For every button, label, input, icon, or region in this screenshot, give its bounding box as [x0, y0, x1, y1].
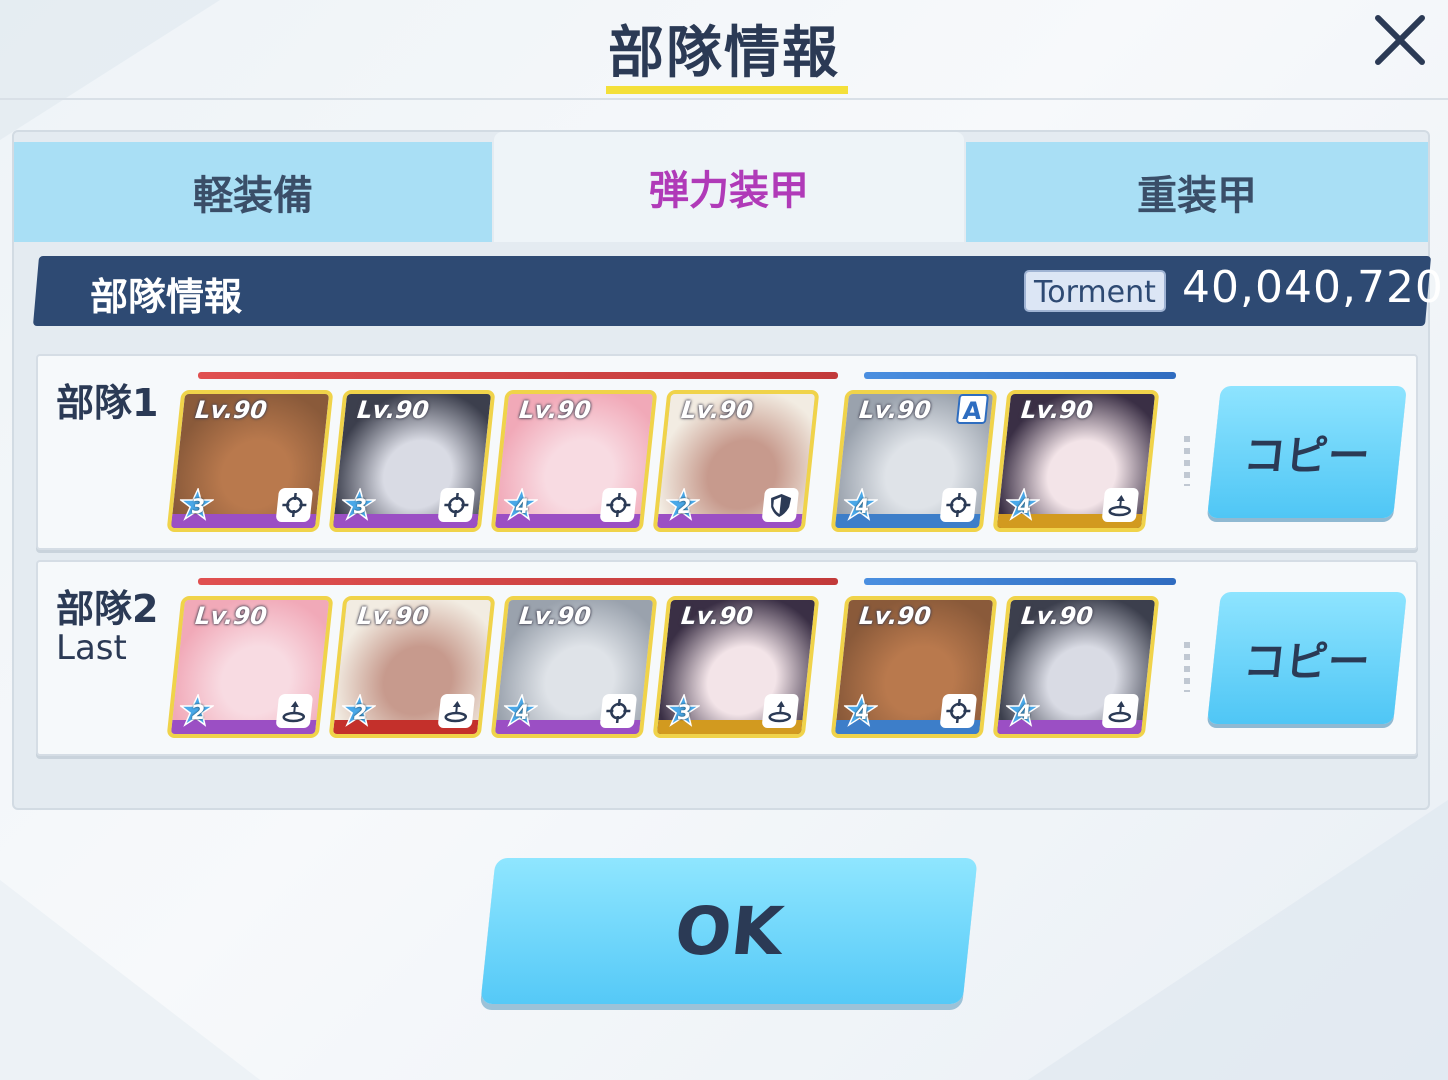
star-count: 2 — [352, 700, 369, 724]
level-label: Lv.90 — [679, 602, 755, 630]
star-count: 4 — [1016, 494, 1033, 518]
squad-name: 部隊1 — [56, 381, 159, 425]
title-underline — [606, 86, 848, 94]
star-count: 4 — [514, 700, 531, 724]
role-badge — [1101, 488, 1140, 522]
background-decoration — [1028, 800, 1448, 1080]
score-value: 40,040,720 — [1182, 262, 1444, 313]
level-label: Lv.90 — [1019, 602, 1095, 630]
crosshair-icon — [606, 699, 631, 723]
student-card[interactable]: Lv.90 4 — [490, 596, 658, 738]
special-bar — [864, 372, 1176, 379]
star-count: 3 — [190, 494, 207, 518]
student-card[interactable]: Lv.90 4 A — [830, 390, 998, 532]
striker-bar — [198, 578, 838, 585]
student-card[interactable]: Lv.90 4 — [830, 596, 998, 738]
support-icon — [282, 701, 306, 723]
support-icon — [444, 701, 468, 723]
level-label: Lv.90 — [193, 396, 269, 424]
tab-light-armor[interactable]: 軽装備 — [14, 142, 492, 242]
crosshair-icon — [946, 699, 971, 723]
drag-handle[interactable] — [1184, 642, 1190, 692]
close-icon — [1375, 15, 1425, 65]
squad-name: 部隊2 — [56, 587, 159, 631]
student-card[interactable]: Lv.90 2 — [328, 596, 496, 738]
armor-tabs: 軽装備 弾力装甲 重装甲 — [14, 132, 1428, 242]
page-title: 部隊情報 — [608, 21, 840, 86]
crosshair-icon — [282, 493, 307, 517]
student-card[interactable]: Lv.90 4 — [992, 390, 1160, 532]
level-label: Lv.90 — [679, 396, 755, 424]
special-bar — [864, 578, 1176, 585]
copy-button[interactable]: コピー — [1207, 386, 1407, 518]
support-icon — [1108, 701, 1132, 723]
support-icon — [1108, 495, 1132, 517]
student-card[interactable]: Lv.90 2 — [652, 390, 820, 532]
ok-button[interactable]: OK — [480, 858, 978, 1004]
crosshair-icon — [946, 493, 971, 517]
crosshair-icon — [606, 493, 631, 517]
tab-elastic-armor[interactable]: 弾力装甲 — [494, 132, 964, 242]
info-title: 部隊情報 — [90, 275, 243, 319]
striker-bar — [198, 372, 838, 379]
level-label: Lv.90 — [1019, 396, 1095, 424]
level-label: Lv.90 — [857, 602, 933, 630]
background-decoration — [0, 880, 260, 1080]
role-badge — [761, 694, 800, 728]
student-card[interactable]: Lv.90 2 — [166, 596, 334, 738]
star-count: 3 — [676, 700, 693, 724]
squad-subtitle: Last — [56, 628, 127, 668]
level-label: Lv.90 — [857, 396, 933, 424]
star-count: 2 — [676, 494, 693, 518]
level-label: Lv.90 — [355, 602, 431, 630]
role-badge — [437, 488, 476, 522]
squad-row: 部隊2 Last Lv.90 2 Lv.90 2 Lv.90 4 Lv.90 3 Lv.90 4 L… — [36, 560, 1418, 756]
student-card[interactable]: Lv.90 3 — [328, 390, 496, 532]
role-badge — [437, 694, 476, 728]
student-card[interactable]: Lv.90 4 — [992, 596, 1160, 738]
role-badge — [761, 488, 800, 522]
header: 部隊情報 — [0, 0, 1448, 100]
student-card[interactable]: Lv.90 4 — [490, 390, 658, 532]
role-badge — [599, 488, 638, 522]
role-badge — [1101, 694, 1140, 728]
star-count: 4 — [514, 494, 531, 518]
star-count: 4 — [1016, 700, 1033, 724]
star-count: 3 — [352, 494, 369, 518]
shield-icon — [771, 494, 792, 517]
role-badge — [939, 488, 978, 522]
formation-panel: 軽装備 弾力装甲 重装甲 部隊情報 Torment 40,040,720 部隊1… — [12, 130, 1443, 810]
student-card[interactable]: Lv.90 3 — [166, 390, 334, 532]
level-label: Lv.90 — [193, 602, 269, 630]
support-icon — [768, 701, 792, 723]
star-count: 4 — [854, 700, 871, 724]
squad-row: 部隊1 Lv.90 3 Lv.90 3 Lv.90 4 Lv.90 2 Lv.90 4 A Lv.90… — [36, 354, 1418, 550]
level-label: Lv.90 — [517, 602, 593, 630]
level-label: Lv.90 — [355, 396, 431, 424]
tab-heavy-armor[interactable]: 重装甲 — [966, 142, 1428, 242]
close-button[interactable] — [1368, 8, 1432, 72]
student-card[interactable]: Lv.90 3 — [652, 596, 820, 738]
role-badge — [939, 694, 978, 728]
role-badge — [275, 488, 314, 522]
difficulty-badge: Torment — [1024, 270, 1166, 312]
info-bar: 部隊情報 Torment 40,040,720 — [36, 256, 1443, 326]
copy-button[interactable]: コピー — [1207, 592, 1407, 724]
role-badge — [275, 694, 314, 728]
drag-handle[interactable] — [1184, 436, 1190, 486]
star-count: 2 — [190, 700, 207, 724]
crosshair-icon — [444, 493, 469, 517]
role-badge — [599, 694, 638, 728]
level-label: Lv.90 — [517, 396, 593, 424]
star-count: 4 — [854, 494, 871, 518]
assist-badge: A — [955, 394, 990, 425]
